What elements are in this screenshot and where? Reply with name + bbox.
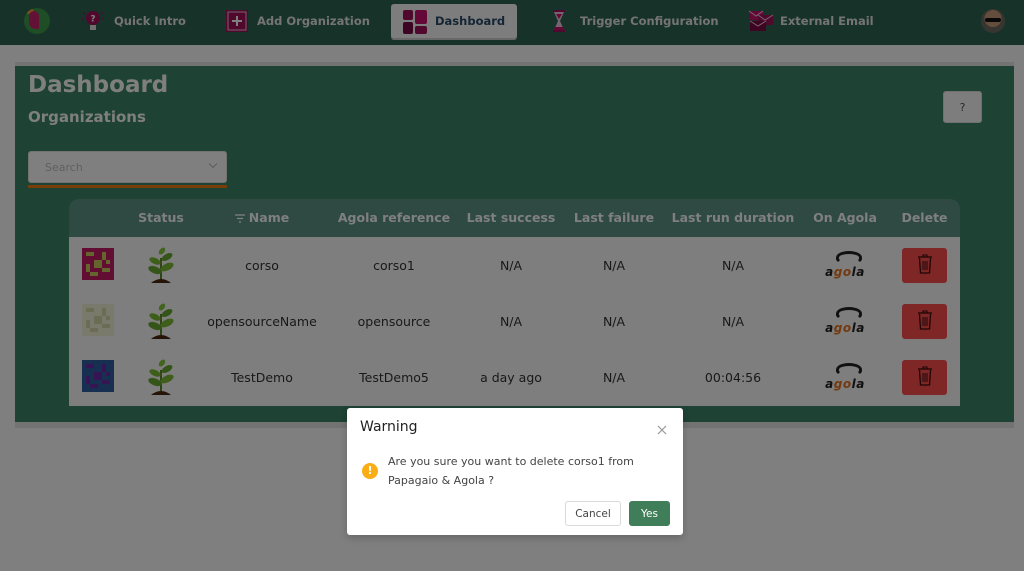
confirm-yes-button-label: Yes bbox=[641, 507, 658, 520]
warning-dialog: Warning ! Are you sure you want to delet… bbox=[347, 408, 683, 535]
cancel-button-label: Cancel bbox=[575, 507, 611, 520]
dialog-title: Warning bbox=[360, 419, 418, 435]
cancel-button[interactable]: Cancel bbox=[565, 501, 621, 526]
dialog-message: Are you sure you want to delete corso1 f… bbox=[388, 455, 634, 487]
exclamation-circle-icon: ! bbox=[362, 463, 378, 479]
confirm-yes-button[interactable]: Yes bbox=[629, 501, 670, 526]
close-icon[interactable] bbox=[655, 422, 669, 436]
